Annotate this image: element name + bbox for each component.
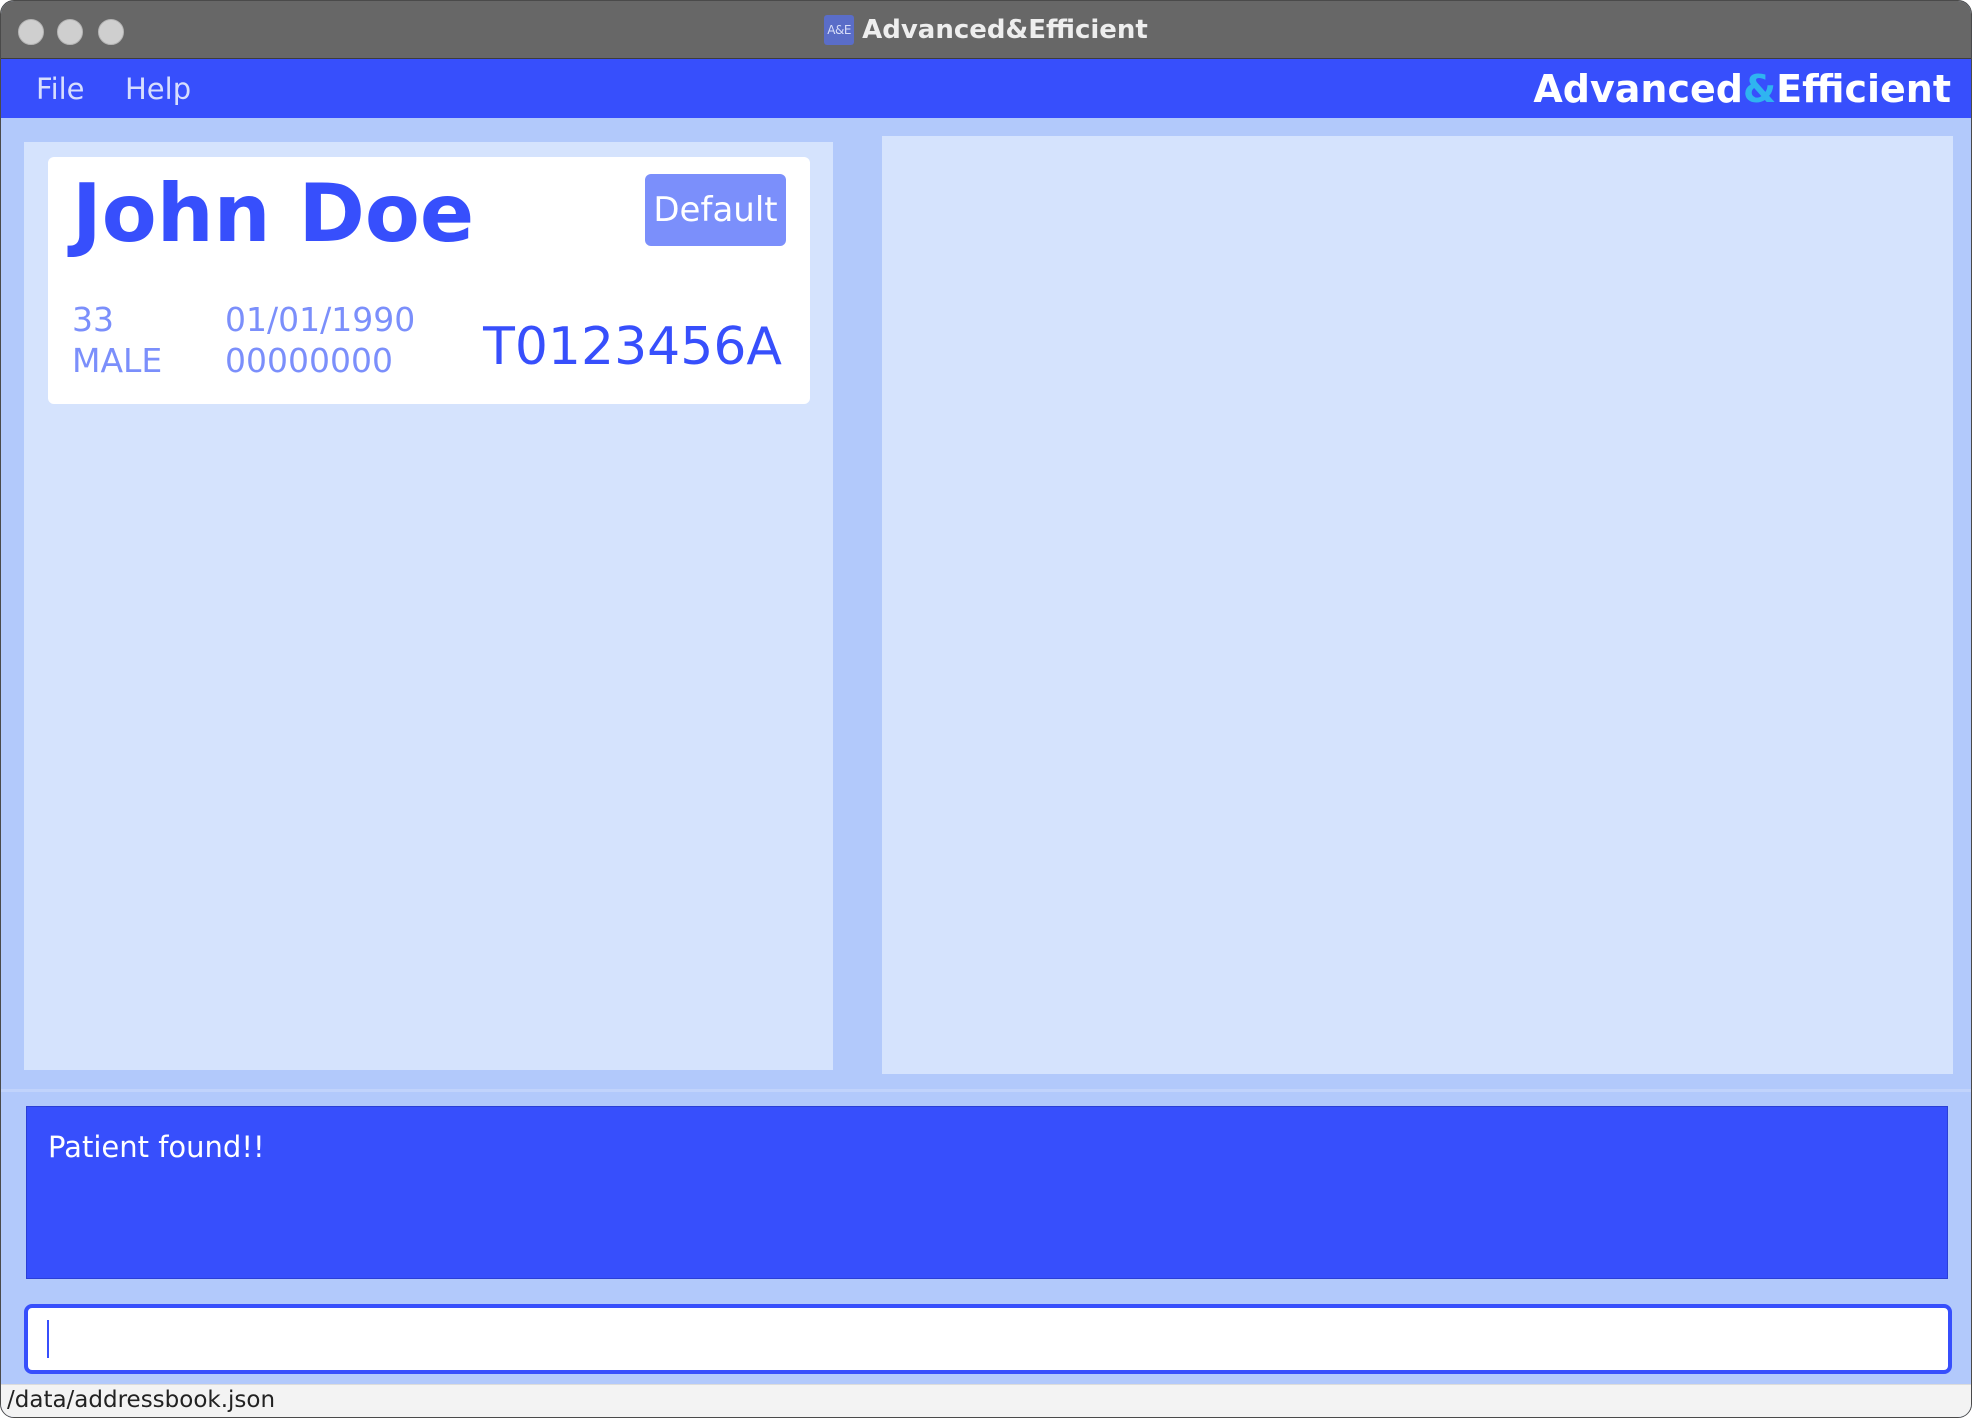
patient-list-panel[interactable]: John Doe Default 33 MALE 01/01/1990 0000… (24, 142, 833, 1070)
app-logo-icon: A&E (824, 14, 855, 45)
patient-gender: MALE (72, 341, 163, 380)
patient-birthday: 01/01/1990 (225, 300, 416, 339)
split-divider[interactable] (1, 1089, 1971, 1092)
patient-age: 33 (72, 300, 114, 339)
patient-name: John Doe (72, 167, 475, 260)
text-caret (47, 1320, 49, 1358)
save-location-path: /data/addressbook.json (7, 1387, 276, 1413)
command-input[interactable] (28, 1308, 1948, 1370)
title-bar[interactable]: A&E Advanced&Efficient (1, 1, 1971, 59)
title-wrap: A&E Advanced&Efficient (1, 1, 1971, 58)
menu-file[interactable]: File (36, 59, 85, 118)
patient-tag: Default (645, 174, 786, 246)
patient-details-panel (882, 136, 1953, 1074)
command-box[interactable] (24, 1304, 1952, 1374)
patient-nric: T0123456A (483, 317, 782, 377)
status-bar: /data/addressbook.json (1, 1384, 1971, 1417)
patient-card[interactable]: John Doe Default 33 MALE 01/01/1990 0000… (48, 157, 810, 404)
patient-phone: 00000000 (225, 341, 393, 380)
brand-ampersand: & (1742, 66, 1777, 111)
menu-bar: File Help Advanced & Efficient (1, 59, 1971, 118)
brand-logo: Advanced & Efficient (1533, 59, 1951, 118)
result-display: Patient found!! (26, 1106, 1948, 1279)
app-window: A&E Advanced&Efficient File Help Advance… (0, 0, 1972, 1418)
brand-part-2: Efficient (1776, 66, 1951, 111)
menu-help[interactable]: Help (125, 59, 191, 118)
result-message: Patient found!! (48, 1130, 265, 1164)
window-title: Advanced&Efficient (862, 14, 1148, 45)
brand-part-1: Advanced (1533, 66, 1743, 111)
